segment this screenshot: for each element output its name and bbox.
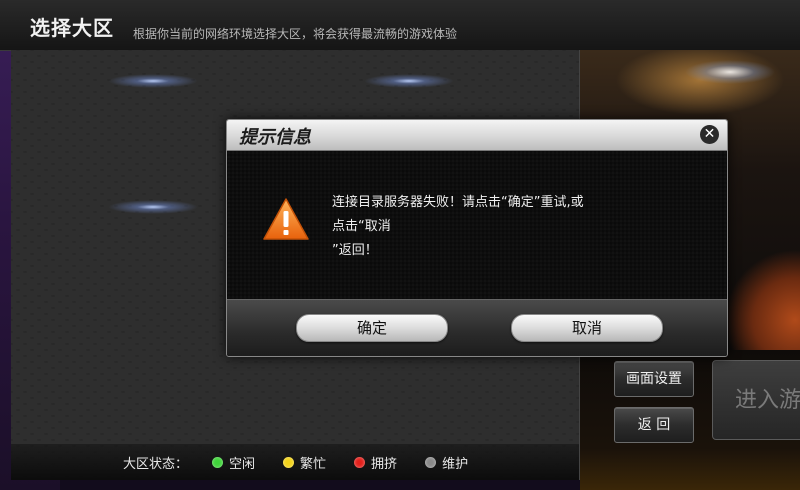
legend-label: 维护 <box>442 456 469 472</box>
light-glow <box>108 200 198 214</box>
dialog-footer: 确定 取消 <box>227 299 727 356</box>
light-glow <box>108 74 198 88</box>
status-dot-idle-icon <box>212 456 224 468</box>
alert-dialog: 提示信息 ✕ 连接目录服务器失败！请点击“确定”重试,或点击“取消 ”返回！ 确… <box>226 119 728 357</box>
status-dot-maintenance-icon <box>425 456 437 468</box>
legend-title: 大区状态： <box>123 456 189 472</box>
dialog-header: 提示信息 ✕ <box>227 120 727 151</box>
dialog-message-line: 连接目录服务器失败！请点击“确定”重试,或点击“取消 <box>332 195 584 234</box>
light-glow <box>364 74 454 88</box>
legend-item-idle: 空闲 <box>212 453 255 472</box>
legend-label: 空闲 <box>229 456 256 472</box>
status-dot-crowded-icon <box>354 456 366 468</box>
warning-icon <box>263 198 309 240</box>
legend-label: 拥挤 <box>371 456 398 472</box>
legend-item-crowded: 拥挤 <box>354 453 397 472</box>
header-bar: 选择大区 根据你当前的网络环境选择大区，将会获得最流畅的游戏体验 <box>0 0 800 51</box>
legend-item-maintenance: 维护 <box>425 453 468 472</box>
close-icon[interactable]: ✕ <box>700 125 719 144</box>
page-title: 选择大区 <box>30 16 114 40</box>
display-settings-button[interactable]: 画面设置 <box>614 361 694 397</box>
dialog-body: 连接目录服务器失败！请点击“确定”重试,或点击“取消 ”返回！ <box>227 151 727 299</box>
dialog-message-line: ”返回！ <box>332 243 378 258</box>
page-subtitle: 根据你当前的网络环境选择大区，将会获得最流畅的游戏体验 <box>133 27 458 41</box>
status-dot-busy-icon <box>283 456 295 468</box>
legend-label: 繁忙 <box>300 456 327 472</box>
enter-game-button[interactable]: 进入游 <box>712 360 800 440</box>
server-status-legend: 大区状态： 空闲 繁忙 拥挤 维护 <box>11 444 579 480</box>
dialog-title: 提示信息 <box>239 127 311 148</box>
confirm-button[interactable]: 确定 <box>296 314 448 342</box>
dialog-message: 连接目录服务器失败！请点击“确定”重试,或点击“取消 ”返回！ <box>332 191 592 263</box>
cancel-button[interactable]: 取消 <box>511 314 663 342</box>
back-button[interactable]: 返 回 <box>614 407 694 443</box>
legend-item-busy: 繁忙 <box>283 453 326 472</box>
